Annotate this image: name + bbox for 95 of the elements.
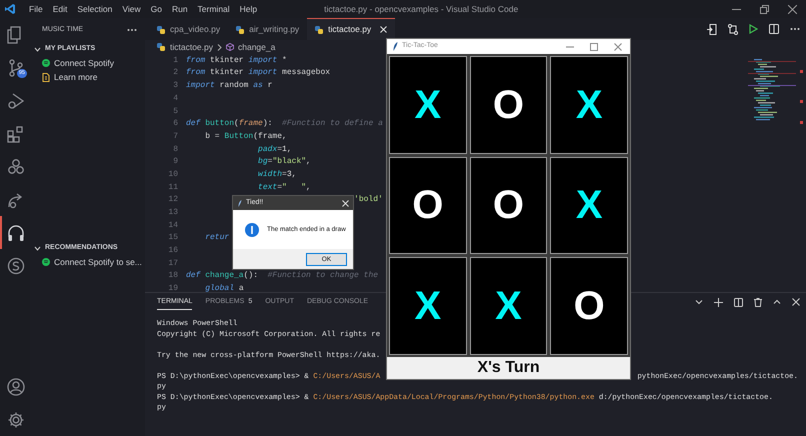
turn-label: X's Turn: [476, 358, 541, 378]
line-number: 8: [172, 144, 178, 156]
feather-icon: [238, 200, 242, 206]
line-number: 18: [167, 270, 178, 282]
chevron-down-icon[interactable]: [695, 298, 703, 306]
spotify-icon: [42, 59, 50, 67]
line-number: 3: [172, 80, 178, 92]
code-line: retur: [205, 233, 230, 242]
line-number: 12: [167, 194, 178, 206]
spotify-icon: [42, 258, 50, 266]
editor-tab[interactable]: air_writing.py: [228, 18, 308, 40]
line-number: 9: [172, 156, 178, 168]
line-number: 11: [167, 182, 178, 194]
chevron-icon: [217, 44, 222, 51]
editor-tab[interactable]: tictactoe.py: [307, 18, 396, 40]
code-line: text=" ",: [258, 182, 311, 192]
run-debug-icon[interactable]: [7, 92, 25, 110]
circles-icon[interactable]: [7, 158, 25, 176]
menu-item[interactable]: Selection: [72, 0, 118, 18]
run-icon[interactable]: [749, 24, 758, 34]
python-file-icon: [314, 24, 324, 34]
info-icon: [245, 222, 259, 236]
line-number: 16: [167, 245, 178, 258]
code-line: width=3,: [258, 170, 296, 179]
python-file-icon: [156, 24, 166, 34]
extensions-icon[interactable]: [7, 124, 25, 142]
source-control-icon[interactable]: [7, 58, 25, 76]
plus-icon[interactable]: [714, 298, 723, 307]
maximize-icon[interactable]: [590, 42, 598, 50]
line-number: 6: [172, 118, 178, 130]
board-cell[interactable]: O: [389, 156, 467, 254]
line-number: 2: [172, 67, 178, 80]
chevron-up-icon[interactable]: [773, 298, 781, 306]
editor-tab[interactable]: cpa_video.py: [149, 18, 228, 40]
menu-item[interactable]: Go: [146, 0, 167, 18]
board-cell[interactable]: X: [389, 56, 467, 154]
board-cell[interactable]: X: [470, 257, 548, 355]
line-number: 1: [172, 54, 178, 67]
settings-icon[interactable]: [7, 410, 25, 428]
line-number: 13: [167, 207, 178, 220]
python-file-icon: [235, 24, 246, 34]
breadcrumb[interactable]: tictactoe.py: [170, 41, 213, 54]
board-cell[interactable]: X: [550, 56, 628, 154]
app-logo-icon: [4, 3, 16, 15]
line-number: 4: [172, 92, 178, 105]
s-circle-icon[interactable]: [7, 256, 25, 274]
code-line: from tkinter import messagebox: [186, 68, 330, 78]
line-number: 19: [167, 283, 178, 292]
code-line: 'bold': [354, 195, 383, 204]
sidebar-item[interactable]: Learn more: [30, 70, 145, 84]
board-cell[interactable]: X: [389, 257, 467, 355]
line-number: 15: [167, 232, 178, 244]
cube-icon: [226, 43, 234, 52]
code-line: from tkinter import *: [186, 56, 287, 65]
line-number: 5: [172, 106, 178, 118]
code-line: padx=1,: [258, 144, 292, 154]
menu-item[interactable]: Help: [234, 0, 262, 18]
line-number: 17: [167, 258, 178, 270]
device-icon[interactable]: [707, 24, 717, 34]
code-line: bg="black",: [258, 157, 311, 166]
code-line: global a: [205, 284, 244, 292]
trash-icon[interactable]: [754, 298, 762, 307]
sidebar-item[interactable]: Connect Spotify: [30, 56, 145, 70]
account-icon[interactable]: [7, 378, 25, 396]
python-file-icon: [156, 42, 166, 52]
board-cell[interactable]: O: [550, 257, 628, 355]
feather-icon: [393, 42, 398, 51]
menu-item[interactable]: Terminal: [192, 0, 235, 18]
board-cell[interactable]: O: [470, 156, 548, 254]
menu-item[interactable]: Edit: [48, 0, 72, 18]
split-editor-icon[interactable]: [769, 24, 779, 34]
code-line: def button(frame): #Function to define a: [186, 119, 383, 128]
sidebar-item[interactable]: Connect Spotify to se...: [30, 255, 145, 269]
menu-item[interactable]: Run: [166, 0, 193, 18]
split-icon[interactable]: [734, 298, 743, 307]
menu-item[interactable]: File: [24, 0, 48, 18]
document-icon: [42, 72, 50, 82]
breadcrumb[interactable]: change_a: [238, 41, 276, 54]
line-number: 10: [167, 168, 178, 181]
code-line: import random as r: [186, 81, 272, 90]
board-cell[interactable]: X: [550, 156, 628, 254]
headphones-icon[interactable]: [7, 224, 25, 242]
menu-item[interactable]: View: [117, 0, 146, 18]
line-number: 14: [167, 220, 178, 232]
board-cell[interactable]: O: [470, 56, 548, 154]
compare-icon[interactable]: [728, 24, 738, 34]
code-line: b = Button(frame,: [205, 132, 287, 141]
close-icon[interactable]: [788, 4, 796, 14]
window-title: tictactoe.py - opencvexamples - Visual Studio Code: [324, 2, 518, 16]
line-number: 7: [172, 130, 178, 143]
more-icon[interactable]: [127, 28, 137, 32]
close-icon[interactable]: [792, 298, 800, 306]
more-icon[interactable]: [790, 27, 800, 31]
restore-icon[interactable]: [760, 4, 768, 14]
code-line: def change_a(): #Function to change the: [186, 271, 378, 280]
